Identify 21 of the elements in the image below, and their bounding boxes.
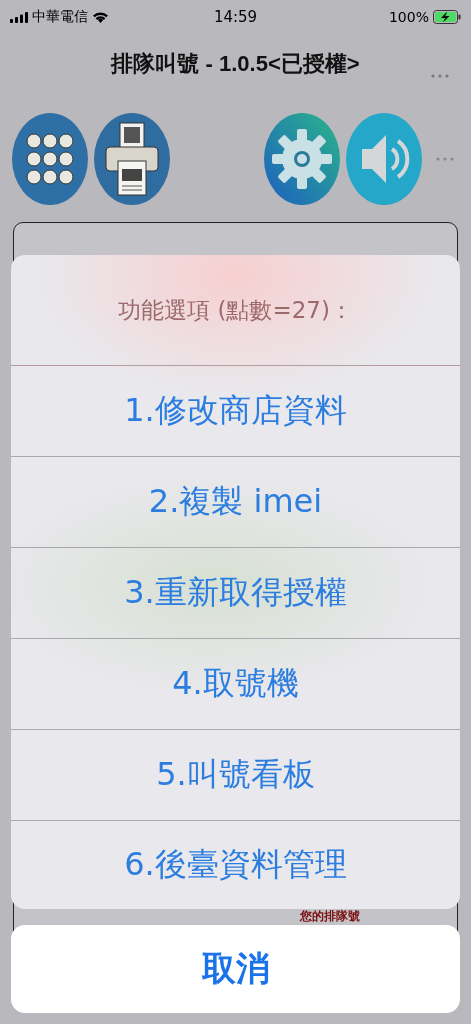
app-title: 排隊叫號 - 1.0.5<已授權> [111, 50, 360, 78]
settings-icon[interactable] [264, 113, 340, 205]
battery-percent: 100% [388, 9, 429, 25]
wifi-icon [92, 11, 109, 23]
signal-icon [10, 11, 28, 23]
menu-option[interactable]: 3.重新取得授權 [11, 548, 460, 639]
ticket-printer-icon[interactable] [94, 113, 170, 205]
sheet-title: 功能選項 (點數=27)： [11, 255, 460, 366]
battery-charging-icon [433, 10, 461, 24]
keypad-icon[interactable] [12, 113, 88, 205]
more-icon[interactable] [431, 74, 449, 78]
menu-option[interactable]: 6.後臺資料管理 [11, 821, 460, 909]
menu-option[interactable]: 4.取號機 [11, 639, 460, 730]
carrier-name: 中華電信 [32, 8, 88, 26]
menu-option[interactable]: 5.叫號看板 [11, 730, 460, 821]
queue-number-label: 您的排隊號 [300, 909, 360, 923]
menu-option[interactable]: 2.複製 imei [11, 457, 460, 548]
status-time: 14:59 [213, 8, 258, 26]
speaker-icon[interactable] [346, 113, 422, 205]
menu-option[interactable]: 1.修改商店資料 [11, 366, 460, 457]
cancel-button[interactable]: 取消 [11, 925, 460, 1013]
